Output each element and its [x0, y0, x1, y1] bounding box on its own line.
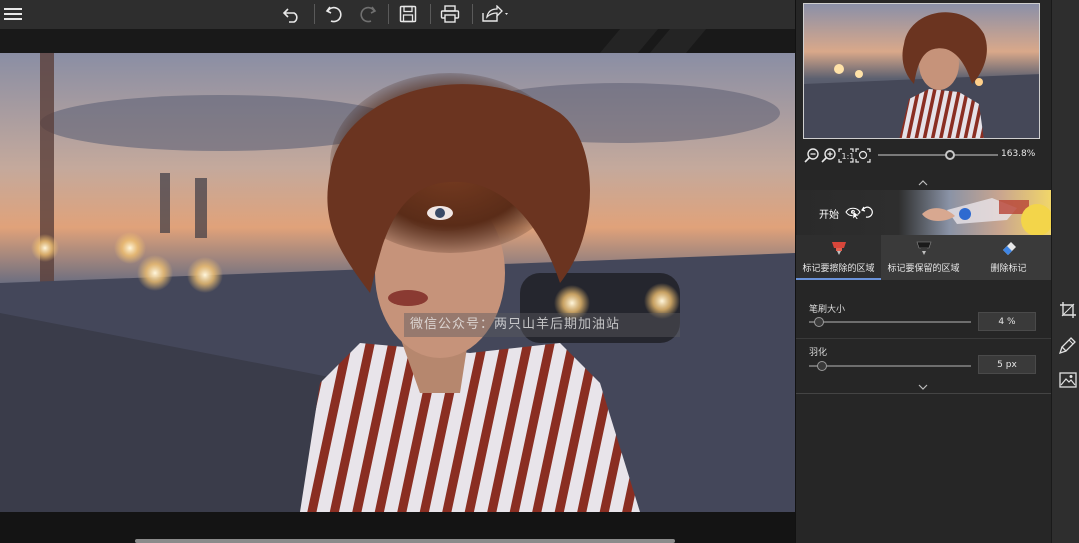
right-panel: 1:1 163.8% 开始 标记要擦除的区域 标记要保留的区域 删除标记 笔刷大…: [795, 0, 1051, 543]
image-adjust-icon[interactable]: [1059, 371, 1077, 389]
svg-text:1:1: 1:1: [841, 152, 854, 161]
section-divider: [796, 393, 1051, 394]
feather-thumb[interactable]: [816, 361, 827, 371]
hamburger-menu-icon[interactable]: [2, 3, 24, 25]
feather-input[interactable]: 5 px: [978, 355, 1036, 374]
brush-size-label: 笔刷大小: [809, 305, 846, 315]
tab-mark-remove-label: 标记要擦除的区域: [802, 264, 875, 274]
start-banner[interactable]: 开始: [797, 190, 1051, 235]
zoom-value: 163.8%: [1001, 149, 1036, 159]
toolbar-separator: [314, 4, 315, 24]
tab-mark-remove[interactable]: 标记要擦除的区域: [796, 235, 881, 280]
zoom-in-icon[interactable]: [820, 147, 837, 164]
tab-mark-keep-label: 标记要保留的区域: [887, 264, 960, 274]
brush-tool-icon[interactable]: [1059, 336, 1077, 354]
eye-cursor-icon[interactable]: [845, 205, 861, 222]
brush-size-input[interactable]: 4 %: [978, 312, 1036, 331]
redo-icon[interactable]: [356, 3, 380, 25]
zoom-out-icon[interactable]: [803, 147, 820, 164]
toolbar-band: [0, 29, 795, 53]
feather-label: 羽化: [809, 348, 828, 358]
tab-delete-marks[interactable]: 删除标记: [966, 235, 1051, 280]
zoom-controls: 1:1 163.8%: [803, 146, 1047, 164]
brush-size-slider[interactable]: [809, 317, 971, 327]
photo-preview: [0, 53, 795, 512]
black-marker-icon: [916, 241, 931, 255]
tools-sidebar: [1051, 0, 1079, 543]
crop-icon[interactable]: [1059, 301, 1077, 319]
eraser-icon: [1002, 242, 1016, 255]
navigator-image: [804, 4, 1039, 138]
undo-icon[interactable]: [322, 3, 346, 25]
collapse-chevron-up-icon[interactable]: [917, 179, 929, 187]
zoom-slider[interactable]: [878, 150, 998, 160]
back-arrow-icon[interactable]: [280, 3, 304, 25]
print-icon[interactable]: [438, 3, 462, 25]
toolbar-separator: [388, 4, 389, 24]
fit-to-screen-icon[interactable]: [854, 147, 871, 164]
watermark-text: 微信公众号：两只山羊后期加油站: [404, 313, 680, 337]
toolbar-separator: [472, 4, 473, 24]
band-stripe: [599, 29, 659, 53]
reset-icon[interactable]: [861, 205, 874, 221]
red-marker-icon: [831, 242, 846, 255]
band-stripe: [649, 29, 707, 53]
feather-slider[interactable]: [809, 361, 971, 371]
horizontal-scrollbar[interactable]: [135, 539, 675, 543]
expand-chevron-down-icon[interactable]: [917, 383, 929, 391]
top-toolbar: [0, 0, 795, 29]
save-icon[interactable]: [396, 3, 420, 25]
tab-delete-marks-label: 删除标记: [990, 264, 1027, 274]
zoom-slider-thumb[interactable]: [945, 150, 955, 160]
start-label: 开始: [819, 210, 839, 221]
brush-size-thumb[interactable]: [813, 317, 824, 327]
image-canvas[interactable]: 微信公众号：两只山羊后期加油站: [0, 53, 795, 512]
toolbar-separator: [430, 4, 431, 24]
navigator-thumbnail[interactable]: [803, 3, 1040, 139]
actual-size-icon[interactable]: 1:1: [837, 147, 854, 164]
tab-mark-keep[interactable]: 标记要保留的区域: [881, 235, 966, 280]
section-divider: [796, 338, 1051, 339]
marker-tabs: 标记要擦除的区域 标记要保留的区域 删除标记: [796, 235, 1051, 280]
share-icon[interactable]: [480, 3, 512, 25]
